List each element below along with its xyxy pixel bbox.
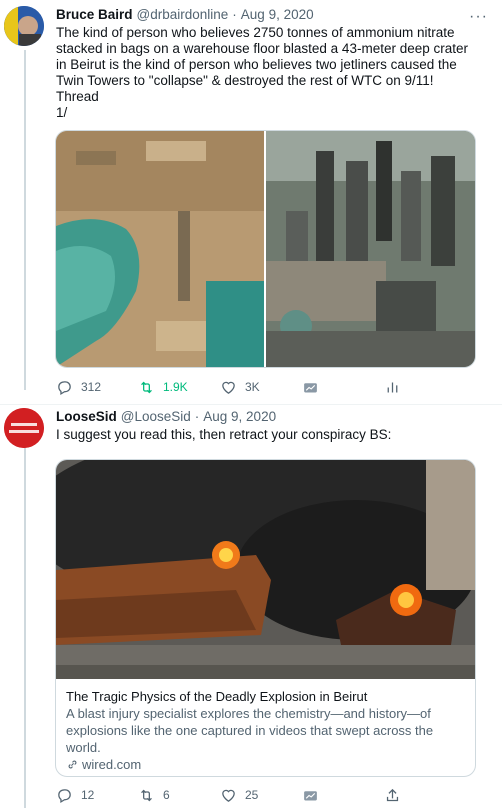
like-button[interactable]: 25 <box>220 787 302 804</box>
tweet-media-grid[interactable] <box>55 130 476 368</box>
share-button[interactable] <box>302 379 384 396</box>
reply-icon <box>58 788 71 803</box>
author-handle[interactable]: @drbairdonline <box>137 6 229 24</box>
link-icon <box>68 760 77 769</box>
retweet-icon <box>141 381 152 393</box>
retweet-icon <box>141 789 152 801</box>
link-card-domain-row[interactable]: wired.com <box>66 756 465 773</box>
author-name[interactable]: Bruce Baird <box>56 6 133 24</box>
avatar[interactable] <box>4 408 44 448</box>
link-card-description: A blast injury specialist explores the c… <box>66 706 434 755</box>
reply-icon <box>58 380 71 395</box>
separator: · <box>194 409 200 424</box>
avatar-image <box>4 408 44 448</box>
retweet-count: 1.9K <box>163 380 188 394</box>
reply-button[interactable]: 12 <box>56 787 138 804</box>
analytics-icon <box>387 382 398 392</box>
share-icon <box>304 382 317 392</box>
link-card-title[interactable]: The Tragic Physics of the Deadly Explosi… <box>66 688 465 705</box>
link-card-image[interactable] <box>56 460 475 679</box>
media-image-wtc[interactable] <box>266 131 475 367</box>
more-icon[interactable]: ··· <box>469 8 488 26</box>
reply-count: 312 <box>81 380 102 394</box>
analytics-button[interactable] <box>384 787 424 804</box>
like-icon <box>222 381 235 394</box>
like-count: 3K <box>245 380 260 394</box>
retweet-button[interactable]: 1.9K <box>138 379 220 396</box>
media-image-crater[interactable] <box>56 131 264 367</box>
tweet-date[interactable]: Aug 9, 2020 <box>241 6 314 24</box>
retweet-button[interactable]: 6 <box>138 787 220 804</box>
tweet-text: The kind of person who believes 2750 ton… <box>56 25 468 120</box>
tweet-date[interactable]: Aug 9, 2020 <box>203 408 276 426</box>
share-icon <box>304 790 317 800</box>
link-card-domain[interactable]: wired.com <box>82 756 141 773</box>
like-count: 25 <box>245 788 259 802</box>
share-button[interactable] <box>302 787 384 804</box>
tweet-text: I suggest you read this, then retract yo… <box>56 427 392 442</box>
separator: · <box>232 7 237 22</box>
like-icon <box>222 789 235 802</box>
analytics-button[interactable] <box>384 379 424 396</box>
author-name[interactable]: LooseSid <box>56 408 117 426</box>
retweet-count: 6 <box>163 788 170 802</box>
tweet-divider <box>0 404 502 405</box>
avatar-image <box>4 6 44 46</box>
reply-count: 12 <box>81 788 95 802</box>
link-card[interactable]: The Tragic Physics of the Deadly Explosi… <box>55 459 476 777</box>
upload-icon <box>386 788 399 801</box>
thread-connector <box>24 428 26 808</box>
reply-button[interactable]: 312 <box>56 379 138 396</box>
author-handle[interactable]: @LooseSid <box>121 408 191 426</box>
like-button[interactable]: 3K <box>220 379 302 396</box>
avatar[interactable] <box>4 6 44 46</box>
thread-connector <box>24 50 26 390</box>
